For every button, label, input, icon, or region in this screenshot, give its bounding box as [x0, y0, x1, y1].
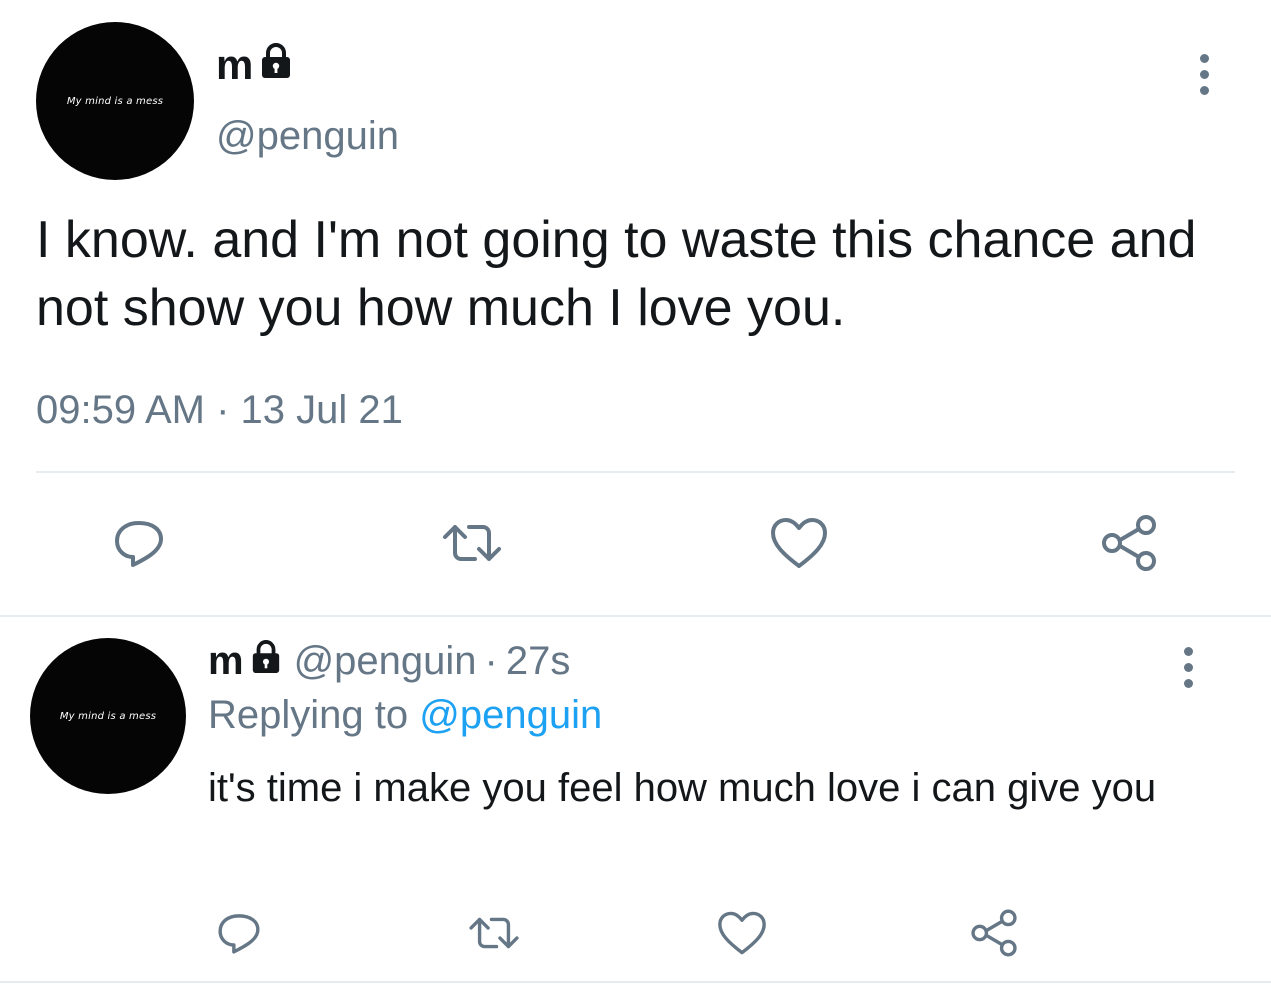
separator-dot: · — [484, 639, 498, 683]
reply-tweet-age[interactable]: 27s — [506, 636, 571, 686]
avatar-caption: My mind is a mess — [59, 710, 157, 722]
replying-to-mention[interactable]: @penguin — [419, 693, 602, 737]
main-tweet-timestamp[interactable]: 09:59 AM · 13 Jul 21 — [36, 386, 403, 434]
reply-tweet-text: it's time i make you feel how much love … — [208, 766, 1157, 810]
lock-icon — [259, 40, 293, 90]
main-tweet-text: I know. and I'm not going to waste this … — [36, 211, 1197, 337]
reply-tweet-more-button[interactable] — [1180, 643, 1197, 692]
replying-to-label: Replying to — [208, 693, 409, 737]
retweet-icon — [469, 917, 519, 949]
reply-button[interactable] — [212, 906, 266, 960]
divider — [36, 471, 1235, 473]
reply-tweet-display-name[interactable]: m — [208, 636, 244, 686]
like-heart-icon — [718, 911, 766, 955]
reply-tweet-handle[interactable]: @penguin — [294, 636, 477, 686]
share-button[interactable] — [966, 906, 1022, 960]
reply-icon — [115, 521, 163, 567]
retweet-icon — [443, 525, 501, 561]
main-tweet-handle[interactable]: @penguin — [216, 112, 399, 160]
like-button[interactable] — [766, 512, 832, 574]
main-tweet-display-name[interactable]: m — [216, 40, 253, 90]
lock-icon — [250, 636, 282, 686]
main-tweet-avatar[interactable]: My mind is a mess — [36, 22, 194, 180]
replying-to-line: Replying to @penguin — [208, 690, 602, 740]
more-vertical-icon — [1196, 50, 1213, 99]
like-button[interactable] — [714, 906, 770, 960]
reply-button[interactable] — [108, 512, 170, 574]
reply-tweet-avatar[interactable]: My mind is a mess — [30, 638, 186, 794]
share-icon — [1102, 515, 1156, 571]
retweet-button[interactable] — [436, 512, 508, 574]
share-button[interactable] — [1096, 512, 1162, 574]
main-tweet-more-button[interactable] — [1196, 50, 1213, 99]
avatar-caption: My mind is a mess — [66, 95, 164, 107]
main-tweet-author-row[interactable]: m — [216, 40, 293, 90]
divider — [0, 615, 1271, 617]
more-vertical-icon — [1180, 643, 1197, 692]
retweet-button[interactable] — [464, 906, 524, 960]
divider — [0, 981, 1271, 983]
share-icon — [971, 909, 1017, 957]
like-heart-icon — [771, 518, 827, 568]
reply-icon — [218, 914, 260, 954]
reply-tweet-header[interactable]: m @penguin · 27s — [208, 636, 570, 686]
